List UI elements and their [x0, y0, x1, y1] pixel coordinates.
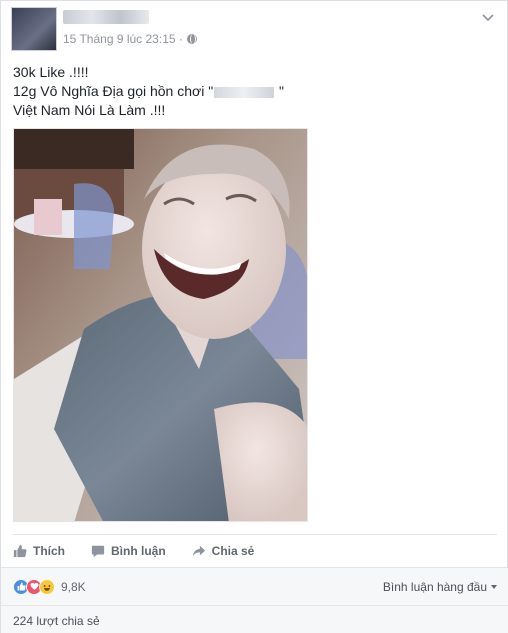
comment-label: Bình luận	[111, 543, 166, 558]
reactions-bar: 9,8K Bình luận hàng đầu	[1, 567, 508, 605]
reaction-count[interactable]: 9,8K	[61, 580, 86, 594]
author-name-redacted[interactable]	[63, 10, 149, 24]
post-line-1: 30k Like .!!!!	[13, 64, 89, 80]
caret-down-icon	[491, 584, 497, 589]
comment-button[interactable]: Bình luận	[91, 544, 166, 558]
post-actions-bar: Thích Bình luận Chia sẻ	[13, 534, 497, 566]
like-icon	[13, 544, 27, 557]
like-button[interactable]: Thích	[13, 544, 65, 558]
post-card: 15 Tháng 9 lúc 23:15 · 30k Like .!!!! 12…	[0, 0, 508, 633]
share-icon	[192, 545, 205, 556]
redacted-text	[214, 86, 275, 98]
chevron-down-icon[interactable]	[481, 11, 495, 25]
post-line-2: 12g Vô Nghĩa Địa gọi hồn chơi " "	[13, 82, 284, 101]
comment-icon	[91, 545, 105, 557]
post-line-3: Việt Nam Nói Là Làm .!!!	[13, 102, 166, 118]
share-count-label: 224 lượt chia sẻ	[13, 614, 100, 628]
post-line-2-start: 12g Vô Nghĩa Địa gọi hồn chơi "	[13, 83, 214, 99]
post-text: 30k Like .!!!! 12g Vô Nghĩa Địa gọi hồn …	[13, 63, 284, 120]
share-button[interactable]: Chia sẻ	[192, 543, 255, 558]
share-count[interactable]: 224 lượt chia sẻ	[1, 605, 508, 633]
share-label: Chia sẻ	[211, 543, 255, 558]
globe-icon[interactable]	[186, 34, 197, 44]
like-label: Thích	[33, 543, 65, 558]
comment-sort-label: Bình luận hàng đầu	[382, 579, 487, 594]
post-meta: 15 Tháng 9 lúc 23:15 ·	[63, 32, 197, 46]
avatar[interactable]	[11, 7, 57, 51]
post-line-2-end: "	[275, 83, 285, 99]
reaction-icons[interactable]	[13, 578, 55, 595]
selfie-image	[14, 129, 307, 521]
timestamp[interactable]: 15 Tháng 9 lúc 23:15 ·	[63, 32, 183, 46]
comment-sort-dropdown[interactable]: Bình luận hàng đầu	[383, 580, 497, 594]
post-photo[interactable]	[13, 128, 308, 522]
haha-reaction-icon	[39, 578, 55, 595]
